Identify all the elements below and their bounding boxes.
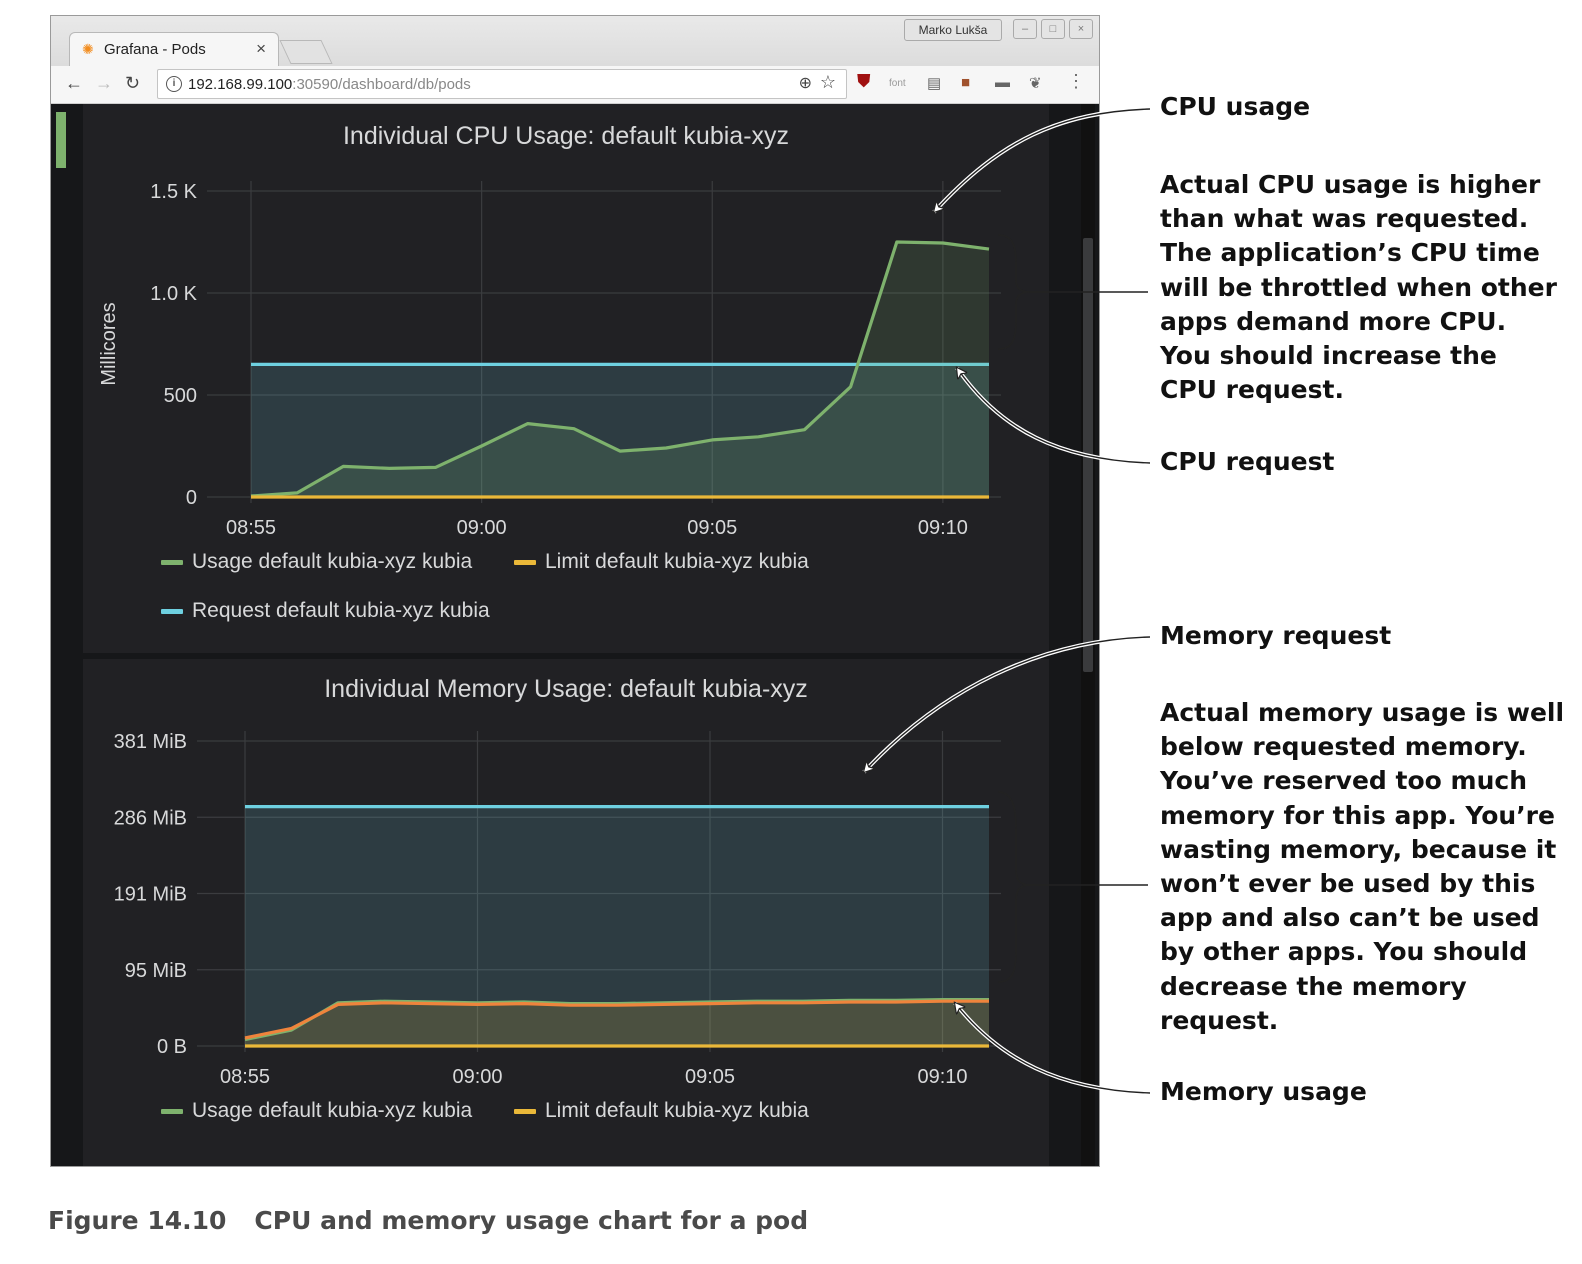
cpu-usage-arrow-line — [934, 108, 1151, 212]
cpu-annotation-line: than what was requested. — [1160, 204, 1529, 234]
figure-caption-text: CPU and memory usage chart for a pod — [254, 1206, 809, 1235]
figure-number: Figure 14.10 — [48, 1206, 227, 1235]
memory-annotation-line: wasting memory, because it — [1160, 834, 1557, 864]
annotation-cpu-request: CPU request — [1160, 447, 1335, 476]
memory-annotation-line: by other apps. You should — [1160, 937, 1528, 967]
memory-annotation-line: You’ve reserved too much — [1160, 766, 1528, 796]
memory-annotation-line: app and also can’t be used — [1160, 903, 1540, 933]
cpu-annotation-line: The application’s CPU time — [1160, 238, 1540, 268]
memory-request-arrow — [862, 635, 1151, 774]
annotation-memory-request: Memory request — [1160, 621, 1392, 650]
memory-brace — [997, 791, 1031, 983]
memory-annotation-line: won’t ever be used by this — [1160, 869, 1536, 899]
memory-annotation-line: decrease the memory — [1160, 971, 1467, 1001]
cpu-request-arrow — [955, 366, 1151, 465]
annotation-cpu-usage: CPU usage — [1160, 92, 1311, 121]
cpu-annotation-line: Actual CPU usage is higher — [1160, 170, 1541, 199]
memory-request-arrow-line — [864, 636, 1151, 772]
cpu-annotation-line: apps demand more CPU. — [1160, 306, 1507, 336]
cpu-annotation-line: CPU request. — [1160, 375, 1344, 405]
figure-caption: Figure 14.10 CPU and memory usage chart f… — [48, 1206, 808, 1235]
annotation-memory-usage: Memory usage — [1160, 1077, 1367, 1106]
cpu-annotation-line: will be throttled when other — [1160, 272, 1557, 302]
memory-annotation-line: request. — [1160, 1005, 1279, 1035]
cpu-brace — [997, 234, 1031, 350]
cpu-annotation-line: You should increase the — [1160, 341, 1497, 371]
cpu-request-arrow-line — [957, 368, 1151, 464]
memory-annotation-line: Actual memory usage is well — [1160, 698, 1565, 727]
cpu-usage-arrow — [932, 107, 1151, 214]
annotation-cpu-explanation: Actual CPU usage is higher than what was … — [1160, 168, 1557, 407]
memory-annotation-line: memory for this app. You’re — [1160, 800, 1555, 830]
memory-usage-arrow — [953, 1001, 1151, 1095]
annotation-memory-explanation: Actual memory usage is well below request… — [1160, 696, 1564, 1038]
memory-annotation-line: below requested memory. — [1160, 732, 1527, 762]
memory-usage-arrow-line — [955, 1003, 1151, 1094]
